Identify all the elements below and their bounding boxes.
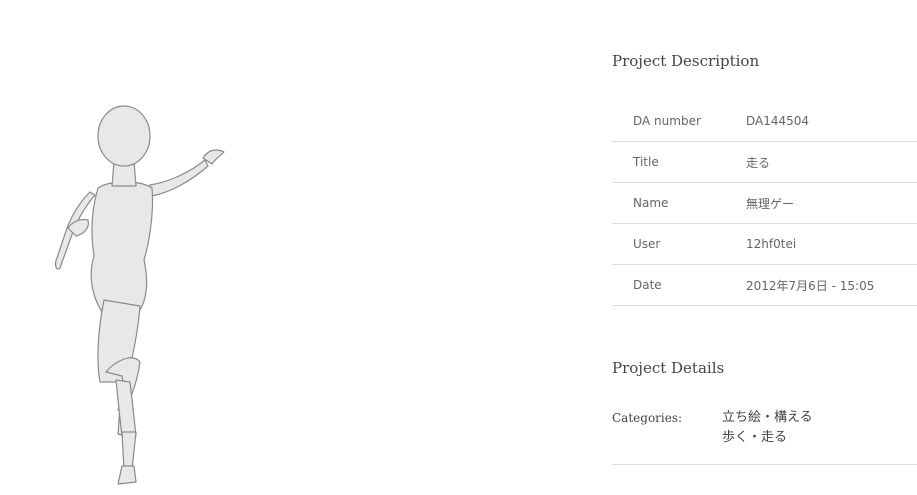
table-row: Name 無理ゲー: [612, 183, 917, 224]
running-figure-icon: [54, 105, 225, 485]
project-description-table: DA number DA144504 Title 走る Name 無理ゲー Us…: [612, 101, 917, 306]
table-row: Date 2012年7月6日 - 15:05: [612, 265, 917, 306]
project-description-title: Project Description: [612, 52, 760, 70]
table-row: DA number DA144504: [612, 101, 917, 142]
row-value: 2012年7月6日 - 15:05: [746, 278, 875, 293]
project-details-title: Project Details: [612, 359, 725, 377]
categories-row: Categories: 立ち絵・構える 歩く・走る: [612, 408, 917, 465]
row-value: 無理ゲー: [746, 196, 795, 211]
row-label: Title: [633, 155, 659, 169]
row-label: Date: [633, 278, 662, 292]
row-value: 12hf0tei: [746, 237, 797, 251]
table-row: Title 走る: [612, 142, 917, 183]
table-row: User 12hf0tei: [612, 224, 917, 265]
row-label: User: [633, 237, 661, 251]
categories-list: 立ち絵・構える 歩く・走る: [722, 408, 917, 464]
row-value: DA144504: [746, 114, 810, 128]
row-value: 走る: [746, 155, 771, 170]
category-link[interactable]: 立ち絵・構える: [722, 408, 917, 428]
pose-figure-image: [40, 100, 240, 490]
page: Project Description DA number DA144504 T…: [0, 0, 917, 495]
category-link[interactable]: 歩く・走る: [722, 428, 917, 448]
row-label: Name: [633, 196, 669, 210]
categories-label: Categories:: [612, 411, 683, 425]
row-label: DA number: [633, 114, 701, 128]
